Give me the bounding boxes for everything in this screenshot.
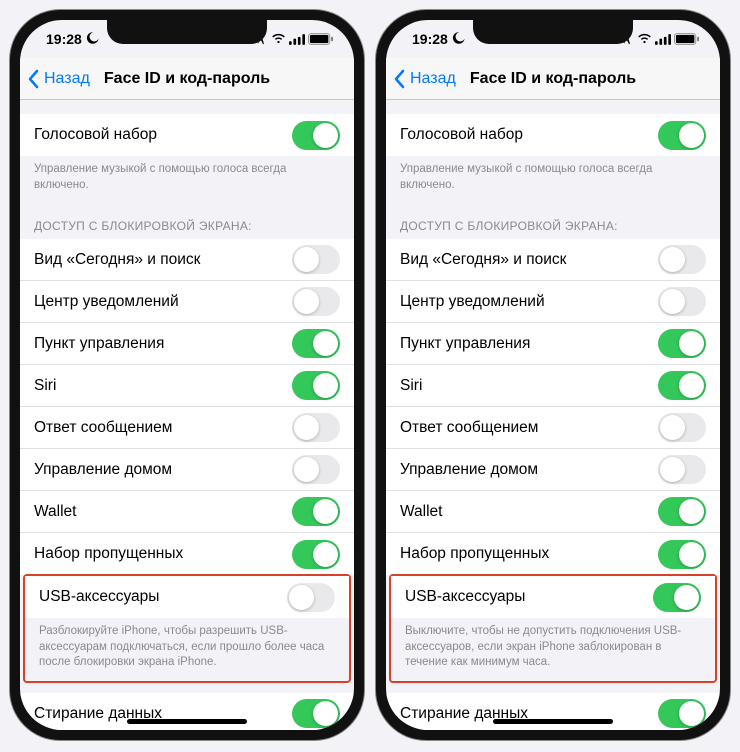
usb-accessories-switch[interactable] — [653, 583, 701, 612]
lock-row-5: Управление домом — [20, 449, 354, 491]
lock-row-7: Набор пропущенных — [20, 533, 354, 575]
voice-dial: Голосовой набор — [386, 114, 720, 156]
usb-accessories-switch[interactable] — [287, 583, 335, 612]
voice-dial-switch[interactable] — [658, 121, 706, 150]
lock-row-1-switch[interactable] — [658, 287, 706, 316]
lock-row-3-switch[interactable] — [292, 371, 340, 400]
lock-access-header: ДОСТУП С БЛОКИРОВКОЙ ЭКРАНА: — [386, 203, 720, 239]
lock-row-7-switch[interactable] — [658, 540, 706, 569]
lock-access-header: ДОСТУП С БЛОКИРОВКОЙ ЭКРАНА: — [20, 203, 354, 239]
usb-footer: Выключите, чтобы не допустить подключени… — [391, 618, 715, 681]
lock-row-2-label: Пункт управления — [400, 335, 530, 353]
lock-row-4: Ответ сообщением — [20, 407, 354, 449]
lock-row-3-label: Siri — [400, 377, 422, 395]
lock-row-4-switch[interactable] — [658, 413, 706, 442]
battery-icon — [308, 33, 334, 45]
back-label: Назад — [44, 70, 90, 88]
lock-row-6: Wallet — [20, 491, 354, 533]
lock-row-4-label: Ответ сообщением — [400, 419, 538, 437]
voice-dial-label: Голосовой набор — [400, 126, 523, 144]
lock-row-5-label: Управление домом — [34, 461, 172, 479]
battery-icon — [674, 33, 700, 45]
back-label: Назад — [410, 70, 456, 88]
usb-accessories-label: USB-аксессуары — [405, 588, 525, 606]
wifi-icon — [637, 33, 652, 45]
lock-row-6: Wallet — [386, 491, 720, 533]
lock-row-0-switch[interactable] — [658, 245, 706, 274]
lock-row-1: Центр уведомлений — [20, 281, 354, 323]
lock-row-0: Вид «Сегодня» и поиск — [386, 239, 720, 281]
lock-row-4-switch[interactable] — [292, 413, 340, 442]
settings-content: Голосовой набор Управление музыкой с помо… — [20, 100, 354, 730]
usb-accessories: USB-аксессуары — [391, 576, 715, 618]
home-indicator — [127, 719, 247, 724]
lock-row-0: Вид «Сегодня» и поиск — [20, 239, 354, 281]
lock-row-0-label: Вид «Сегодня» и поиск — [400, 251, 566, 269]
lock-row-2-switch[interactable] — [292, 329, 340, 358]
lock-row-7-switch[interactable] — [292, 540, 340, 569]
lock-row-5-switch[interactable] — [658, 455, 706, 484]
lock-row-2-label: Пункт управления — [34, 335, 164, 353]
lock-row-3-label: Siri — [34, 377, 56, 395]
lock-row-7-label: Набор пропущенных — [34, 545, 183, 563]
usb-highlight: USB-аксессуары Выключите, чтобы не допуст… — [389, 574, 717, 683]
lock-row-2: Пункт управления — [20, 323, 354, 365]
lock-row-5-switch[interactable] — [292, 455, 340, 484]
usb-highlight: USB-аксессуары Разблокируйте iPhone, чтоб… — [23, 574, 351, 683]
voice-dial-footer: Управление музыкой с помощью голоса всег… — [386, 156, 720, 203]
lock-row-3: Siri — [20, 365, 354, 407]
dnd-icon — [86, 31, 100, 48]
status-time: 19:28 — [412, 31, 448, 47]
phone-notch — [107, 20, 267, 44]
lock-row-4-label: Ответ сообщением — [34, 419, 172, 437]
lock-row-6-switch[interactable] — [292, 497, 340, 526]
lock-row-4: Ответ сообщением — [386, 407, 720, 449]
nav-bar: Назад Face ID и код-пароль — [20, 58, 354, 100]
nav-bar: Назад Face ID и код-пароль — [386, 58, 720, 100]
erase-data-switch[interactable] — [658, 699, 706, 728]
home-indicator — [493, 719, 613, 724]
erase-data: Стирание данных — [386, 693, 720, 730]
wifi-icon — [271, 33, 286, 45]
lock-row-6-switch[interactable] — [658, 497, 706, 526]
lock-row-3-switch[interactable] — [658, 371, 706, 400]
settings-content: Голосовой набор Управление музыкой с помо… — [386, 100, 720, 730]
lock-row-7: Набор пропущенных — [386, 533, 720, 575]
erase-data: Стирание данных — [20, 693, 354, 730]
lock-row-0-switch[interactable] — [292, 245, 340, 274]
lock-row-5-label: Управление домом — [400, 461, 538, 479]
status-time: 19:28 — [46, 31, 82, 47]
phone-frame: 19:28 — [376, 10, 730, 740]
lock-row-1-label: Центр уведомлений — [34, 293, 179, 311]
phone-notch — [473, 20, 633, 44]
back-button[interactable]: Назад — [394, 69, 456, 89]
usb-accessories-label: USB-аксессуары — [39, 588, 159, 606]
lock-row-2-switch[interactable] — [658, 329, 706, 358]
lock-row-6-label: Wallet — [400, 503, 443, 521]
lock-row-7-label: Набор пропущенных — [400, 545, 549, 563]
erase-data-switch[interactable] — [292, 699, 340, 728]
lock-row-5: Управление домом — [386, 449, 720, 491]
signal-icon — [289, 34, 305, 45]
voice-dial: Голосовой набор — [20, 114, 354, 156]
lock-row-6-label: Wallet — [34, 503, 77, 521]
voice-dial-label: Голосовой набор — [34, 126, 157, 144]
lock-row-3: Siri — [386, 365, 720, 407]
dnd-icon — [452, 31, 466, 48]
voice-dial-switch[interactable] — [292, 121, 340, 150]
voice-dial-footer: Управление музыкой с помощью голоса всег… — [20, 156, 354, 203]
lock-row-1: Центр уведомлений — [386, 281, 720, 323]
usb-accessories: USB-аксессуары — [25, 576, 349, 618]
back-button[interactable]: Назад — [28, 69, 90, 89]
lock-row-1-label: Центр уведомлений — [400, 293, 545, 311]
lock-row-1-switch[interactable] — [292, 287, 340, 316]
lock-row-2: Пункт управления — [386, 323, 720, 365]
lock-row-0-label: Вид «Сегодня» и поиск — [34, 251, 200, 269]
usb-footer: Разблокируйте iPhone, чтобы разрешить US… — [25, 618, 349, 681]
phone-frame: 19:28 — [10, 10, 364, 740]
signal-icon — [655, 34, 671, 45]
